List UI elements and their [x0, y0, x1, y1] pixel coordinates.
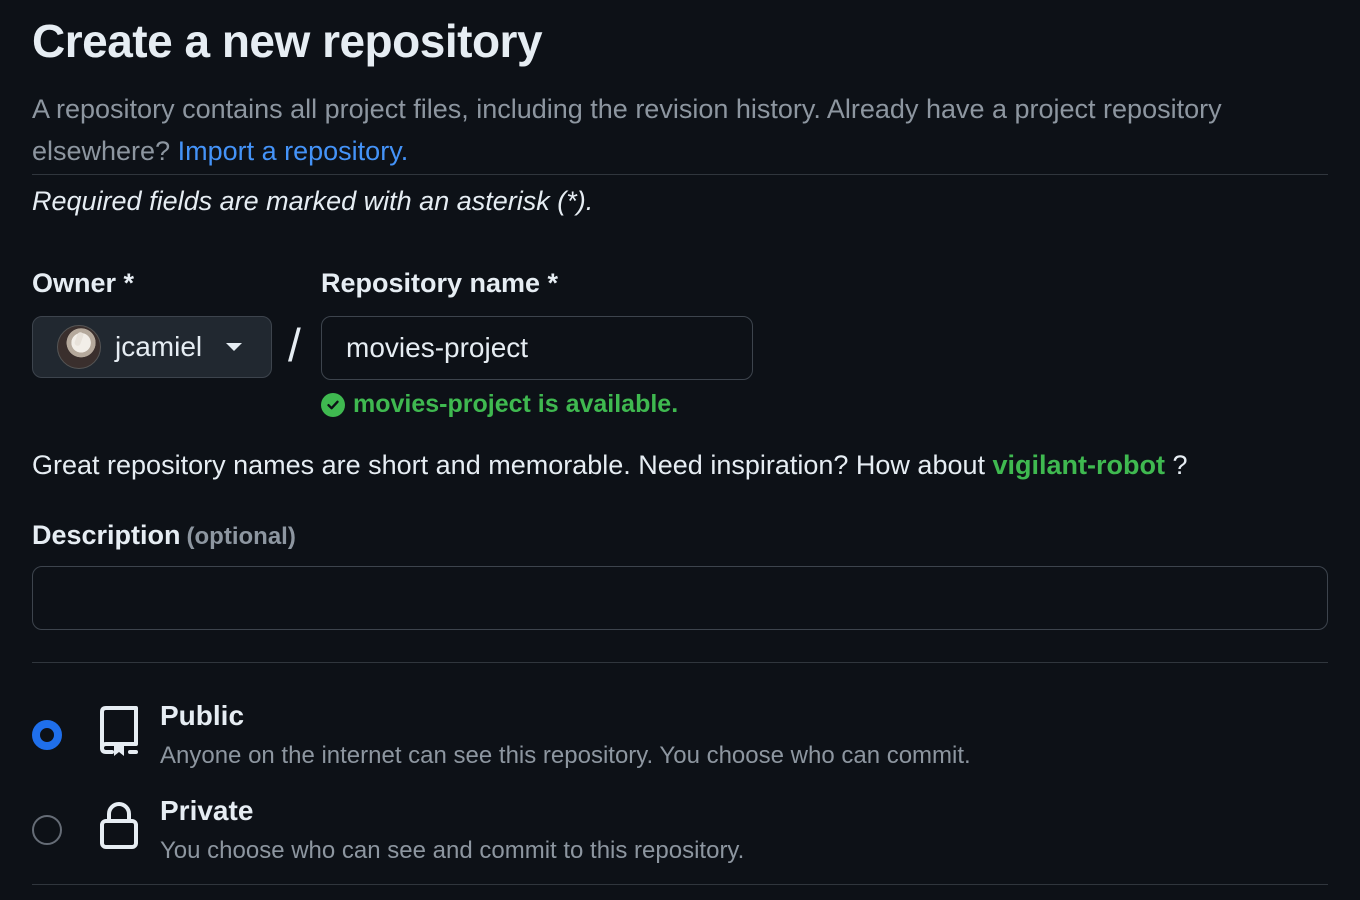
description-label-text: Description: [32, 520, 181, 550]
owner-label: Owner *: [32, 268, 135, 298]
optional-hint: (optional): [186, 523, 296, 550]
repository-name-label: Repository name *: [321, 268, 559, 298]
avatar: [57, 325, 101, 369]
lock-icon: [98, 799, 142, 851]
name-inspiration: Great repository names are short and mem…: [32, 450, 1188, 481]
availability-text: movies-project is available.: [353, 390, 679, 418]
divider: [32, 662, 1328, 663]
new-repository-page: Create a new repository A repository con…: [0, 0, 1360, 900]
page-title: Create a new repository: [32, 15, 543, 67]
divider: [32, 884, 1328, 885]
caret-down-icon: [226, 343, 243, 351]
public-radio[interactable]: [32, 720, 62, 750]
check-circle-icon: [321, 392, 345, 417]
owner-dropdown[interactable]: jcamiel: [32, 316, 272, 378]
description-label: Description (optional): [32, 520, 296, 551]
private-description: You choose who can see and commit to thi…: [160, 837, 745, 864]
visibility-option-private[interactable]: Private You choose who can see and commi…: [32, 795, 1328, 875]
private-radio[interactable]: [32, 815, 62, 845]
owner-name: jcamiel: [115, 331, 203, 362]
import-repository-link[interactable]: Import a repository.: [178, 136, 409, 166]
required-fields-note: Required fields are marked with an aster…: [32, 186, 594, 216]
availability-message: movies-project is available.: [321, 390, 678, 419]
description-input[interactable]: [32, 566, 1328, 630]
suggested-name-link[interactable]: vigilant-robot: [993, 450, 1165, 480]
repo-icon: [98, 704, 142, 756]
form-container: Create a new repository A repository con…: [32, 0, 1328, 885]
visibility-option-public[interactable]: Public Anyone on the internet can see th…: [32, 700, 1328, 780]
inspiration-text: Great repository names are short and mem…: [32, 450, 985, 480]
owner-repo-separator: /: [288, 319, 301, 371]
private-title: Private: [160, 795, 254, 826]
divider: [32, 174, 1328, 175]
public-description: Anyone on the internet can see this repo…: [160, 742, 971, 769]
inspiration-suffix: ?: [1172, 450, 1188, 480]
repository-name-input[interactable]: [321, 316, 753, 380]
page-subtitle: A repository contains all project files,…: [32, 88, 1262, 172]
public-title: Public: [160, 700, 245, 731]
